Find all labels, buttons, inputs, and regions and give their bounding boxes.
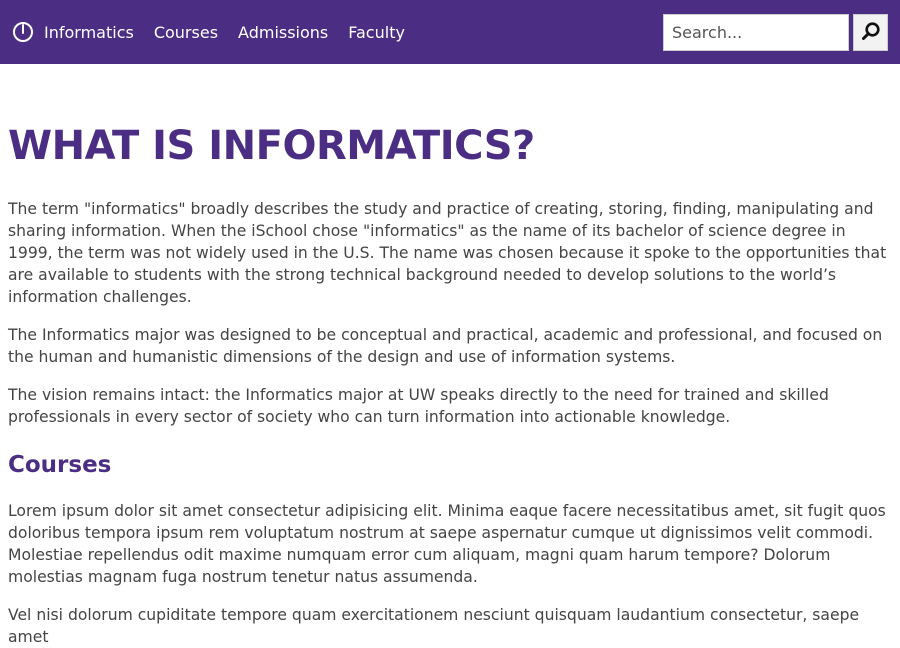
- main-nav: Informatics Courses Admissions Faculty: [44, 23, 425, 42]
- search-form: [663, 13, 888, 51]
- search-input[interactable]: [663, 13, 849, 51]
- nav-link-faculty[interactable]: Faculty: [348, 23, 405, 42]
- main-content: WHAT IS INFORMATICS? The term "informati…: [0, 64, 900, 648]
- page-title: WHAT IS INFORMATICS?: [8, 123, 535, 169]
- nav-link-informatics[interactable]: Informatics: [44, 23, 134, 42]
- search-button[interactable]: [853, 13, 888, 51]
- intro-paragraph: The vision remains intact: the Informati…: [8, 386, 829, 426]
- top-navbar: Informatics Courses Admissions Faculty: [0, 0, 900, 64]
- nav-link-courses[interactable]: Courses: [154, 23, 218, 42]
- courses-paragraph: Vel nisi dolorum cupiditate tempore quam…: [8, 606, 860, 646]
- intro-paragraph: The term "informatics" broadly describes…: [8, 200, 887, 306]
- courses-paragraph: Lorem ipsum dolor sit amet consectetur a…: [8, 502, 886, 586]
- informatics-logo-icon[interactable]: [12, 21, 34, 43]
- search-icon: [861, 21, 881, 44]
- nav-link-admissions[interactable]: Admissions: [238, 23, 328, 42]
- courses-heading: Courses: [8, 452, 112, 478]
- intro-paragraph: The Informatics major was designed to be…: [8, 326, 883, 366]
